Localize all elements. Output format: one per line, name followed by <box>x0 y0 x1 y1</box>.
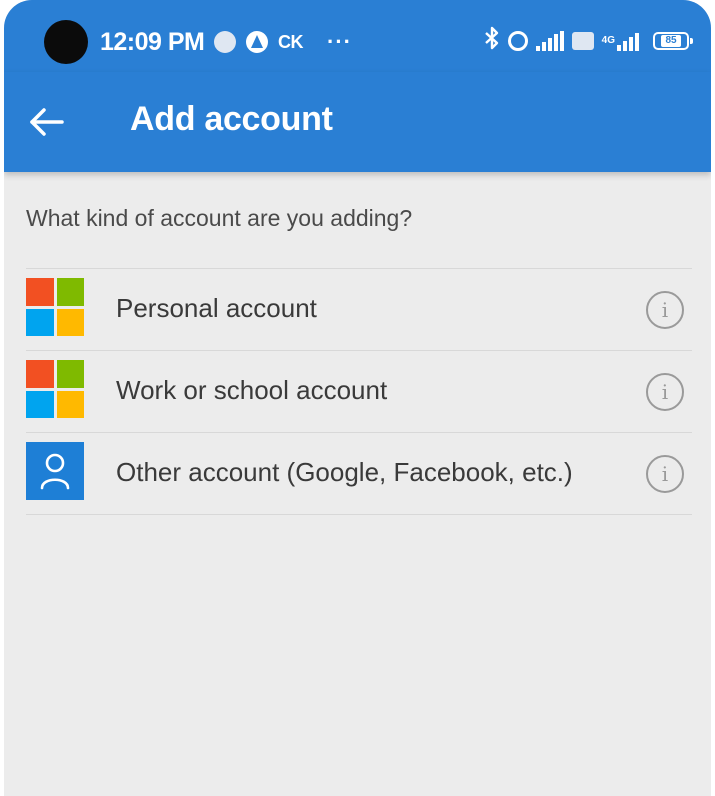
arrow-left-icon <box>30 108 64 136</box>
carrier-text: CK <box>278 31 304 52</box>
microsoft-logo-icon <box>26 360 84 418</box>
camera-cutout <box>44 20 88 64</box>
account-type-list: Personal account i Work or school accoun… <box>26 268 692 515</box>
more-notifications-icon: ··· <box>327 29 352 54</box>
option-personal-account[interactable]: Personal account i <box>26 269 692 351</box>
status-right-icons: 4G 85 <box>484 26 693 56</box>
signal-icon-secondary <box>617 31 639 51</box>
microsoft-logo-icon <box>26 278 84 336</box>
circle-notification-icon <box>214 31 236 53</box>
phone-screen: 12:09 PM CK ··· 4G 85 Add account What k… <box>4 0 711 796</box>
info-icon[interactable]: i <box>646 291 684 329</box>
option-work-or-school-account[interactable]: Work or school account i <box>26 351 692 433</box>
option-label: Other account (Google, Facebook, etc.) <box>116 457 573 487</box>
account-type-prompt: What kind of account are you adding? <box>26 205 413 231</box>
option-label: Work or school account <box>116 375 388 405</box>
battery-icon: 85 <box>653 32 693 50</box>
main-content: What kind of account are you adding? Per… <box>4 172 711 796</box>
navigation-icon <box>246 31 268 53</box>
info-icon[interactable]: i <box>646 373 684 411</box>
signal-icon <box>535 31 564 51</box>
status-bar: 12:09 PM CK ··· 4G 85 <box>4 0 711 72</box>
status-left-icons: CK ··· <box>214 29 352 55</box>
option-label: Personal account <box>116 293 317 323</box>
bluetooth-icon <box>484 26 500 56</box>
person-icon <box>26 442 84 500</box>
battery-level: 85 <box>661 35 681 47</box>
option-other-account[interactable]: Other account (Google, Facebook, etc.) i <box>26 433 692 515</box>
status-time: 12:09 PM <box>100 28 205 56</box>
volte-icon <box>571 32 594 50</box>
back-button[interactable] <box>24 100 68 144</box>
info-icon[interactable]: i <box>646 455 684 493</box>
alarm-icon <box>507 31 528 51</box>
network-type-label: 4G <box>601 35 615 46</box>
page-title: Add account <box>130 100 333 138</box>
app-bar: Add account <box>4 72 711 172</box>
